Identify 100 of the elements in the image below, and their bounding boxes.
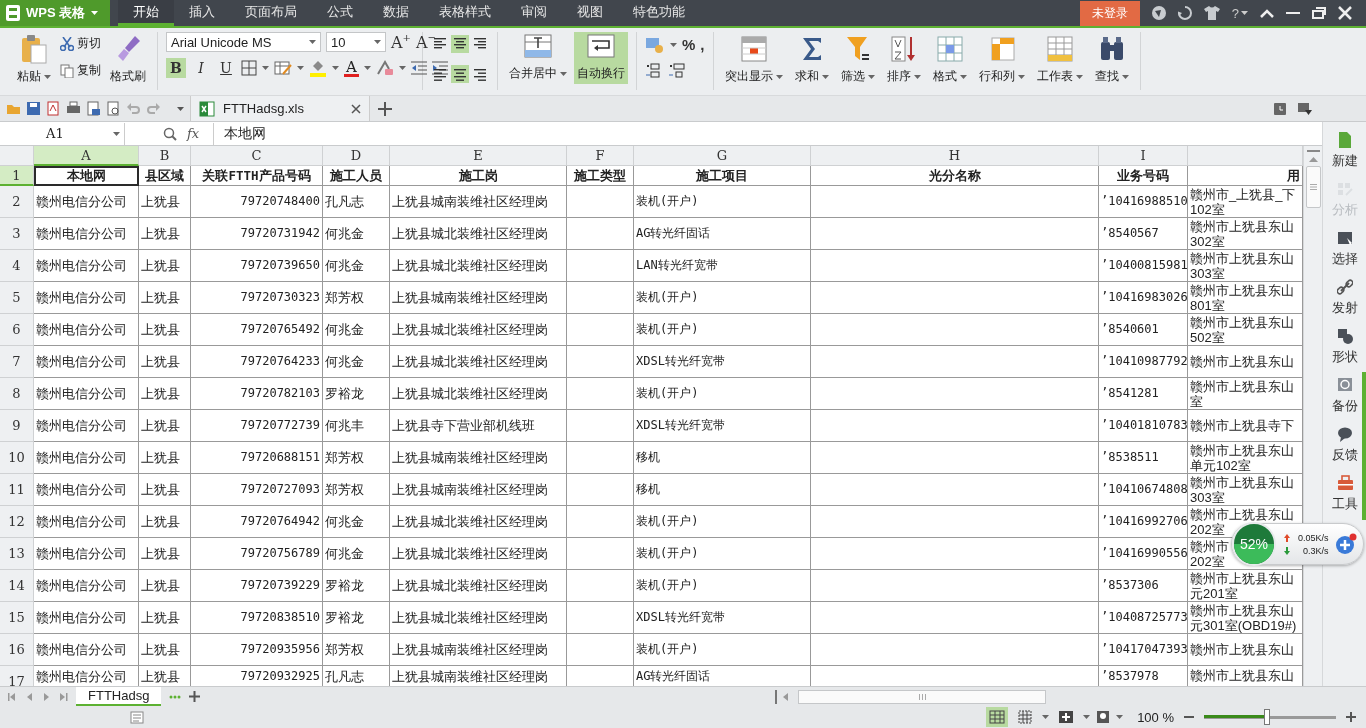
format-button[interactable]: 格式 [929, 32, 970, 84]
caret-icon[interactable] [44, 74, 51, 79]
caret-icon[interactable] [374, 40, 381, 44]
fill-color-icon[interactable] [309, 59, 327, 77]
grow-font-button[interactable]: A$^{+}$ [391, 32, 411, 52]
row-header[interactable]: 14 [0, 570, 34, 602]
column-header[interactable]: E [390, 146, 567, 166]
bold-button[interactable]: B [166, 58, 186, 78]
column-header[interactable]: G [634, 146, 811, 166]
increase-decimal-icon[interactable] [645, 63, 663, 79]
menu-tab[interactable]: 视图 [562, 0, 618, 26]
clear-format-icon[interactable] [375, 60, 394, 76]
scrollbar-thumb[interactable] [1305, 166, 1321, 208]
column-header[interactable]: C [191, 146, 323, 166]
menu-tab[interactable]: 表格样式 [424, 0, 506, 26]
shirt-icon[interactable] [1203, 6, 1220, 20]
select-button[interactable]: 选择 [1323, 226, 1366, 275]
shapes-button[interactable]: 形状 [1323, 324, 1366, 373]
font-size-field[interactable]: 10 [326, 32, 386, 52]
caret-icon[interactable] [309, 40, 316, 44]
caret-icon[interactable] [1042, 715, 1050, 719]
caret-icon[interactable] [297, 66, 304, 70]
caret-icon[interactable] [1017, 74, 1025, 79]
row-header[interactable]: 8 [0, 378, 34, 410]
tools-button[interactable]: 工具 [1323, 471, 1366, 520]
caret-icon[interactable] [1075, 74, 1083, 79]
column-header[interactable]: H [811, 146, 1099, 166]
format-painter-button[interactable]: 格式刷 [107, 32, 149, 84]
menu-tab[interactable]: 插入 [174, 0, 230, 26]
name-box[interactable]: A1 [0, 122, 125, 145]
panel-handle[interactable] [1362, 372, 1366, 520]
paste-button[interactable]: 粘贴 [14, 32, 54, 84]
italic-button[interactable]: I [191, 58, 211, 78]
align-button[interactable] [451, 35, 469, 53]
row-header[interactable]: 15 [0, 602, 34, 634]
decrease-indent-icon[interactable] [410, 61, 427, 75]
number-format-button[interactable]: , [700, 36, 705, 53]
zoom-icon[interactable] [163, 126, 177, 141]
caret-icon[interactable] [177, 106, 184, 111]
caret-icon[interactable] [1121, 74, 1129, 79]
row-header[interactable]: 9 [0, 410, 34, 442]
caret-icon[interactable] [670, 42, 677, 47]
backup-button[interactable]: 备份 [1323, 373, 1366, 422]
find-button[interactable]: 查找 [1091, 32, 1132, 84]
menu-tab[interactable]: 特色功能 [618, 0, 700, 26]
export-pdf-icon[interactable] [46, 101, 61, 116]
font-color-button[interactable]: A [344, 59, 359, 77]
caret-icon[interactable] [775, 74, 783, 79]
menu-tab[interactable]: 公式 [312, 0, 368, 26]
history-icon[interactable] [1274, 102, 1286, 115]
app-menu-button[interactable]: WPS 表格 [0, 0, 110, 26]
globe-icon[interactable] [1151, 6, 1166, 20]
normal-view-button[interactable] [986, 707, 1009, 727]
column-header[interactable]: D [323, 146, 390, 166]
table-style-icon[interactable] [274, 60, 292, 76]
copy-button[interactable]: 复制 [58, 61, 103, 80]
align-button[interactable] [451, 65, 469, 83]
help-button[interactable]: ? [1231, 5, 1248, 21]
column-header[interactable]: I [1099, 146, 1188, 166]
eye-protection-icon[interactable] [1096, 710, 1111, 724]
row-header[interactable]: 7 [0, 346, 34, 378]
row-header[interactable]: 4 [0, 250, 34, 282]
rows-columns-button[interactable]: 行和列 [975, 32, 1028, 84]
caret-icon[interactable] [363, 66, 371, 70]
function-button[interactable]: fx [187, 126, 200, 141]
collapse-bar-icon[interactable] [1306, 150, 1320, 153]
caret-icon[interactable] [867, 74, 875, 79]
feedback-button[interactable]: 反馈 [1323, 422, 1366, 471]
column-header[interactable]: F [567, 146, 634, 166]
print-preview-icon[interactable] [86, 101, 101, 116]
row-header[interactable]: 3 [0, 218, 34, 250]
menu-tab[interactable]: 开始 [118, 0, 174, 26]
caret-icon[interactable] [1116, 715, 1124, 719]
column-header[interactable]: A [34, 146, 139, 166]
add-sheet-icon[interactable] [189, 691, 201, 702]
highlight-button[interactable]: 突出显示 [721, 32, 786, 84]
sum-button[interactable]: 求和 [791, 32, 832, 84]
collapse-icon[interactable] [1260, 8, 1274, 18]
sheet-tab[interactable]: FTTHadsg [76, 687, 162, 706]
window-menu-icon[interactable] [1298, 102, 1312, 115]
borders-icon[interactable] [241, 60, 257, 76]
sort-button[interactable]: 排序 [883, 32, 924, 84]
caret-icon[interactable] [821, 74, 829, 79]
increase-indent-icon[interactable] [431, 61, 448, 75]
row-header[interactable]: 5 [0, 282, 34, 314]
menu-tab[interactable]: 审阅 [506, 0, 562, 26]
add-icon[interactable] [1334, 533, 1357, 555]
caret-icon[interactable] [959, 74, 967, 79]
row-header[interactable]: 10 [0, 442, 34, 474]
underline-button[interactable]: U [216, 58, 236, 78]
row-header[interactable]: 13 [0, 538, 34, 570]
wrap-text-button[interactable]: 自动换行 [574, 32, 628, 84]
font-name-field[interactable]: Arial Unicode MS [166, 32, 321, 52]
save-icon[interactable] [26, 101, 41, 116]
caret-icon[interactable] [332, 66, 339, 70]
caret-icon[interactable] [1083, 715, 1091, 719]
caret-icon[interactable] [560, 71, 567, 76]
menu-tab[interactable]: 数据 [368, 0, 424, 26]
merge-center-button[interactable]: 合并居中 [506, 32, 570, 84]
row-header[interactable]: 12 [0, 506, 34, 538]
